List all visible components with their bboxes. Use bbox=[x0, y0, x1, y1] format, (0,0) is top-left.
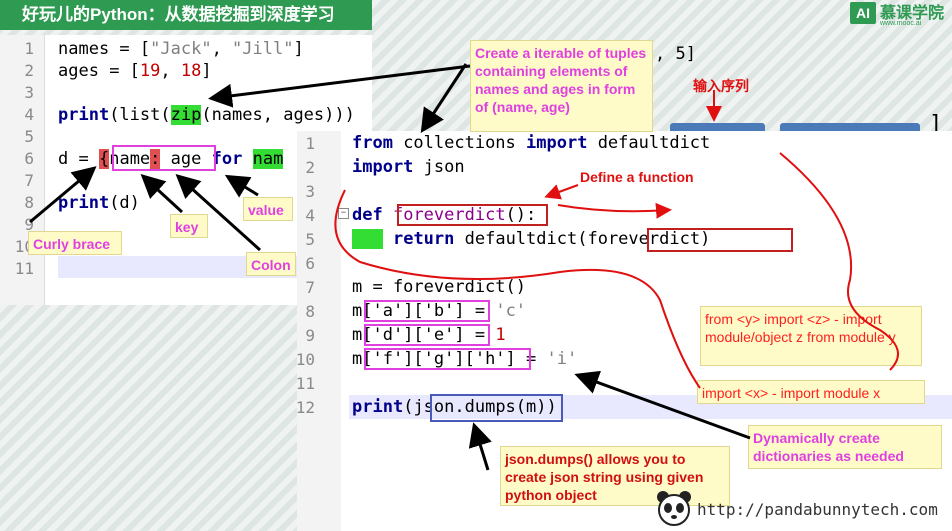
line-number: 10 bbox=[295, 350, 315, 369]
from-import-note: from <y> import <z> - import module/obje… bbox=[700, 306, 922, 366]
brand-url: www.mooc.ai bbox=[880, 20, 922, 27]
line-number: 2 bbox=[305, 158, 315, 177]
json-token: json bbox=[423, 157, 465, 177]
return-arg-box bbox=[647, 228, 793, 252]
fold-toggle-icon[interactable]: − bbox=[338, 208, 349, 219]
defaultdict-token: defaultdict bbox=[597, 133, 711, 153]
slide-title: 好玩儿的Python：从数据挖掘到深度学习 bbox=[0, 0, 372, 30]
define-function-label: Define a function bbox=[580, 169, 694, 185]
def-name-box bbox=[397, 204, 548, 226]
line-number: 8 bbox=[305, 302, 315, 321]
import-x-note: import <x> - import module x bbox=[697, 380, 925, 404]
brand-logo: AI 慕课学院 www.mooc.ai bbox=[850, 0, 952, 32]
line-number: 1 bbox=[24, 39, 34, 58]
line-number: 6 bbox=[24, 149, 34, 168]
line-number: 8 bbox=[24, 193, 34, 212]
dyn-dict-note: Dynamically create dictionaries as neede… bbox=[748, 425, 942, 469]
line-number: 1 bbox=[305, 134, 315, 153]
line-number: 5 bbox=[24, 127, 34, 146]
code-line-2: ages = [19, 18] bbox=[58, 61, 212, 81]
curly-brace-highlight: { bbox=[98, 149, 110, 169]
json-dumps-note: json.dumps() allows you to create json s… bbox=[500, 446, 730, 506]
code-line-1: from collections import defaultdict bbox=[352, 133, 711, 153]
brand-ai-badge: AI bbox=[850, 2, 876, 24]
line-number: 9 bbox=[305, 326, 315, 345]
zip-highlight: zip bbox=[170, 105, 202, 125]
colon-note: Colon bbox=[246, 252, 296, 276]
subscript-box-2 bbox=[364, 324, 490, 346]
subscript-box-3 bbox=[364, 348, 531, 370]
line-number: 4 bbox=[24, 105, 34, 124]
json-dumps-box bbox=[430, 394, 563, 422]
input-seq-label: 输入序列 bbox=[693, 78, 749, 94]
curly-brace-note: Curly brace bbox=[28, 231, 122, 255]
line-number: 3 bbox=[24, 83, 34, 102]
code-line-1: names = ["Jack", "Jill"] bbox=[58, 39, 304, 59]
footer-url: http://pandabunnytech.com bbox=[697, 500, 938, 519]
line-number: 7 bbox=[24, 171, 34, 190]
dict-key-value-box bbox=[112, 145, 216, 171]
line-number: 5 bbox=[305, 230, 315, 249]
line-number: 11 bbox=[14, 259, 34, 278]
hidden-editor-fragment: , 5] bbox=[655, 44, 696, 64]
key-note: key bbox=[170, 214, 208, 238]
line-number: 2 bbox=[24, 61, 34, 80]
code-line-4: print(list(zip(names, ages))) bbox=[58, 105, 355, 125]
line-number: 7 bbox=[305, 278, 315, 297]
value-note: value bbox=[243, 197, 293, 221]
line-number: 11 bbox=[295, 374, 315, 393]
code-line-2: import json bbox=[352, 157, 465, 177]
line-number: 12 bbox=[295, 398, 315, 417]
code-line-8: print(d) bbox=[58, 193, 140, 213]
zip-annotation-note: Create a iterable of tuples containing e… bbox=[470, 40, 653, 132]
subscript-box-1 bbox=[364, 300, 490, 322]
panda-logo-icon bbox=[657, 491, 691, 526]
code-line-7: m = foreverdict() bbox=[352, 277, 526, 297]
